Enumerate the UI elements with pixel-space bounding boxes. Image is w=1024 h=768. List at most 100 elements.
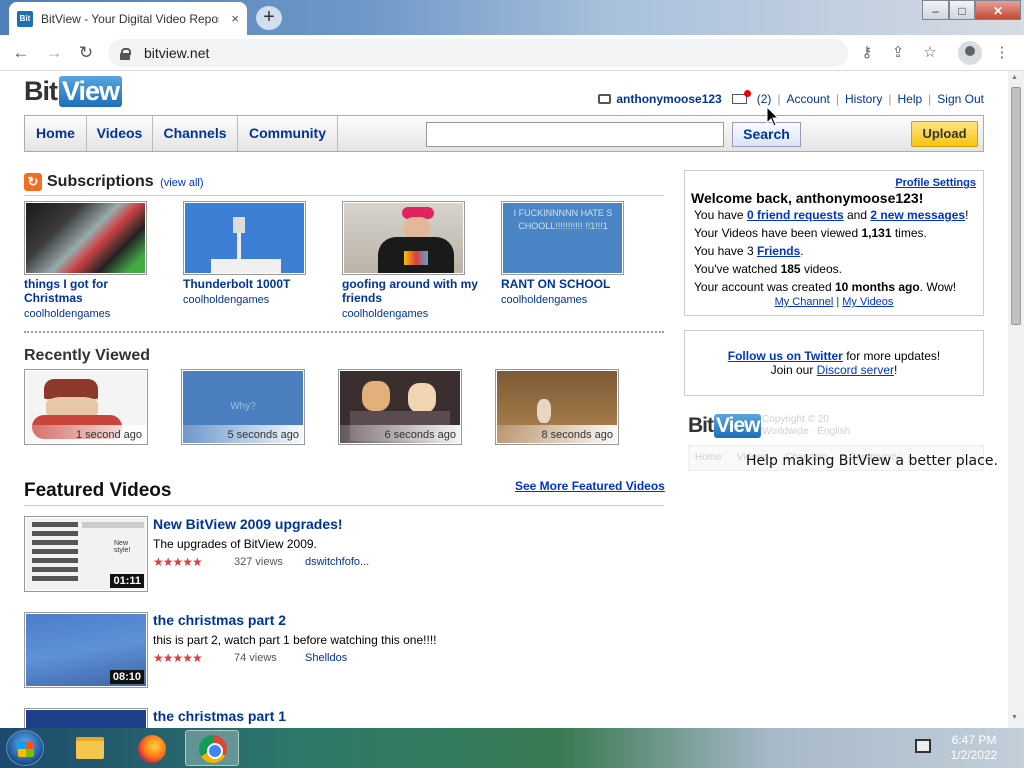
recent-video-thumbnail[interactable]: 6 seconds ago <box>338 369 462 445</box>
ghost-copyright: Copyright © 20 <box>762 414 829 425</box>
scroll-down-icon[interactable]: ▼ <box>1011 714 1018 721</box>
featured-video-uploader[interactable]: Shelldos <box>305 652 347 664</box>
friends-link[interactable]: Friends <box>757 244 800 258</box>
video-title[interactable]: goofing around with my friends <box>342 277 482 305</box>
recent-video-thumbnail[interactable]: Why? 5 seconds ago <box>181 369 305 445</box>
menu-icon[interactable]: ⋮ <box>990 41 1014 65</box>
scroll-up-icon[interactable]: ▲ <box>1011 74 1018 81</box>
star-icon[interactable]: ☆ <box>918 41 942 65</box>
browser-tab[interactable]: Bit BitView - Your Digital Video Reposit… <box>9 2 247 35</box>
featured-video-thumbnail[interactable]: 08:10 <box>24 612 148 688</box>
folder-icon <box>76 737 104 759</box>
logo-bit: Bit <box>24 76 58 106</box>
featured-video-title[interactable]: New BitView 2009 upgrades! <box>153 516 343 532</box>
divider <box>24 505 664 506</box>
recent-video-thumbnail[interactable]: 1 second ago <box>24 369 148 445</box>
divider <box>24 195 664 196</box>
taskbar: 6:47 PM 1/2/2022 <box>0 728 1024 768</box>
rating-stars: ★★★★★ <box>153 555 203 569</box>
featured-video-description: The upgrades of BitView 2009. <box>153 537 317 551</box>
new-messages-link[interactable]: 2 new messages <box>870 208 965 222</box>
requests-line: You have 0 friend requests and 2 new mes… <box>694 208 969 222</box>
firefox-button[interactable] <box>124 730 178 766</box>
start-icon[interactable] <box>6 730 44 766</box>
video-uploader[interactable]: coolholdengames <box>342 308 428 320</box>
reload-icon[interactable]: ↻ <box>74 41 98 65</box>
watched-time: 5 seconds ago <box>227 429 299 441</box>
tooltip: Help making BitView a better place. <box>746 453 998 469</box>
thumbnail-text: Why? <box>230 401 256 412</box>
video-title[interactable]: things I got for Christmas <box>24 277 164 305</box>
profile-icon[interactable] <box>958 41 982 65</box>
nav-channels[interactable]: Channels <box>153 116 238 151</box>
username-link[interactable]: anthonymoose123 <box>616 92 721 106</box>
maximize-button[interactable]: □ <box>949 0 975 20</box>
window-controls: – □ ✕ <box>922 0 1021 21</box>
forward-icon[interactable]: → <box>42 41 66 65</box>
video-thumbnail[interactable] <box>342 201 465 275</box>
nav-home[interactable]: Home <box>25 116 87 151</box>
video-thumbnail[interactable] <box>183 201 306 275</box>
view-all-link[interactable]: (view all) <box>160 177 203 189</box>
key-icon[interactable]: ⚷ <box>855 41 879 65</box>
video-title[interactable]: Thunderbolt 1000T <box>183 277 323 291</box>
subscriptions-heading: Subscriptions (view all) <box>47 173 204 191</box>
twitter-link[interactable]: Follow us on Twitter <box>728 349 843 363</box>
video-thumbnail[interactable]: I FUCKINNNNN HATE SCHOOLL!!!!!!!!!!! !!1… <box>501 201 624 275</box>
network-icon[interactable] <box>915 739 931 753</box>
close-tab-icon[interactable]: × <box>231 11 239 26</box>
new-tab-button[interactable]: + <box>256 6 282 30</box>
discord-link[interactable]: Discord server <box>817 363 894 377</box>
rss-icon: ↻ <box>24 173 42 191</box>
lock-icon[interactable] <box>120 47 131 60</box>
search-input[interactable] <box>426 122 724 147</box>
featured-video-title[interactable]: the christmas part 2 <box>153 612 286 628</box>
history-link[interactable]: History <box>845 92 882 106</box>
firefox-icon <box>138 735 166 763</box>
my-channel-link[interactable]: My Channel <box>775 296 834 308</box>
clock-date: 1/2/2022 <box>950 748 998 762</box>
video-title[interactable]: RANT ON SCHOOL <box>501 277 641 291</box>
thumbnail-text: I FUCKINNNNN HATE SCHOOLL!!!!!!!!!!! !!1… <box>513 208 613 231</box>
scrollbar-thumb[interactable] <box>1011 87 1021 325</box>
video-uploader[interactable]: coolholdengames <box>24 308 110 320</box>
account-age-line: Your account was created 10 months ago. … <box>694 280 957 294</box>
divider <box>24 331 664 333</box>
sign-out-link[interactable]: Sign Out <box>937 92 984 106</box>
featured-heading: Featured Videos <box>24 480 172 501</box>
my-videos-link[interactable]: My Videos <box>842 296 893 308</box>
account-link[interactable]: Account <box>787 92 830 106</box>
system-clock[interactable]: 6:47 PM 1/2/2022 <box>944 733 1004 763</box>
video-duration: 08:10 <box>109 670 144 684</box>
video-thumbnail[interactable] <box>24 201 147 275</box>
video-uploader[interactable]: coolholdengames <box>501 294 587 306</box>
see-more-featured-link[interactable]: See More Featured Videos <box>515 479 665 493</box>
page-scrollbar[interactable]: ▲ ▼ <box>1008 71 1024 728</box>
nav-community[interactable]: Community <box>238 116 338 151</box>
featured-video-thumbnail[interactable] <box>24 708 148 728</box>
featured-video-uploader[interactable]: dswitchfofo... <box>305 556 369 568</box>
upload-button[interactable]: Upload <box>911 121 978 147</box>
profile-summary-box: Profile Settings Welcome back, anthonymo… <box>684 170 984 316</box>
minimize-button[interactable]: – <box>922 0 949 20</box>
view-count: 327 views <box>234 556 283 568</box>
share-icon[interactable]: ⇪ <box>886 41 910 65</box>
mouse-cursor-icon <box>766 106 780 127</box>
mail-icon[interactable] <box>731 90 751 104</box>
address-bar[interactable]: bitview.net <box>108 39 848 67</box>
nav-videos[interactable]: Videos <box>87 116 153 151</box>
featured-video-thumbnail[interactable]: New style! 01:11 <box>24 516 148 592</box>
profile-settings-link[interactable]: Profile Settings <box>895 177 976 189</box>
file-explorer-button[interactable] <box>62 730 116 766</box>
chrome-button[interactable] <box>185 730 239 766</box>
watched-time: 1 second ago <box>75 429 142 441</box>
help-link[interactable]: Help <box>897 92 922 106</box>
back-icon[interactable]: ← <box>9 41 33 65</box>
message-count[interactable]: (2) <box>757 92 772 106</box>
video-uploader[interactable]: coolholdengames <box>183 294 269 306</box>
featured-video-title[interactable]: the christmas part 1 <box>153 708 286 724</box>
bitview-logo[interactable]: Bit View <box>24 76 123 107</box>
close-window-button[interactable]: ✕ <box>975 0 1021 20</box>
recent-video-thumbnail[interactable]: 8 seconds ago <box>495 369 619 445</box>
friend-requests-link[interactable]: 0 friend requests <box>747 208 844 222</box>
